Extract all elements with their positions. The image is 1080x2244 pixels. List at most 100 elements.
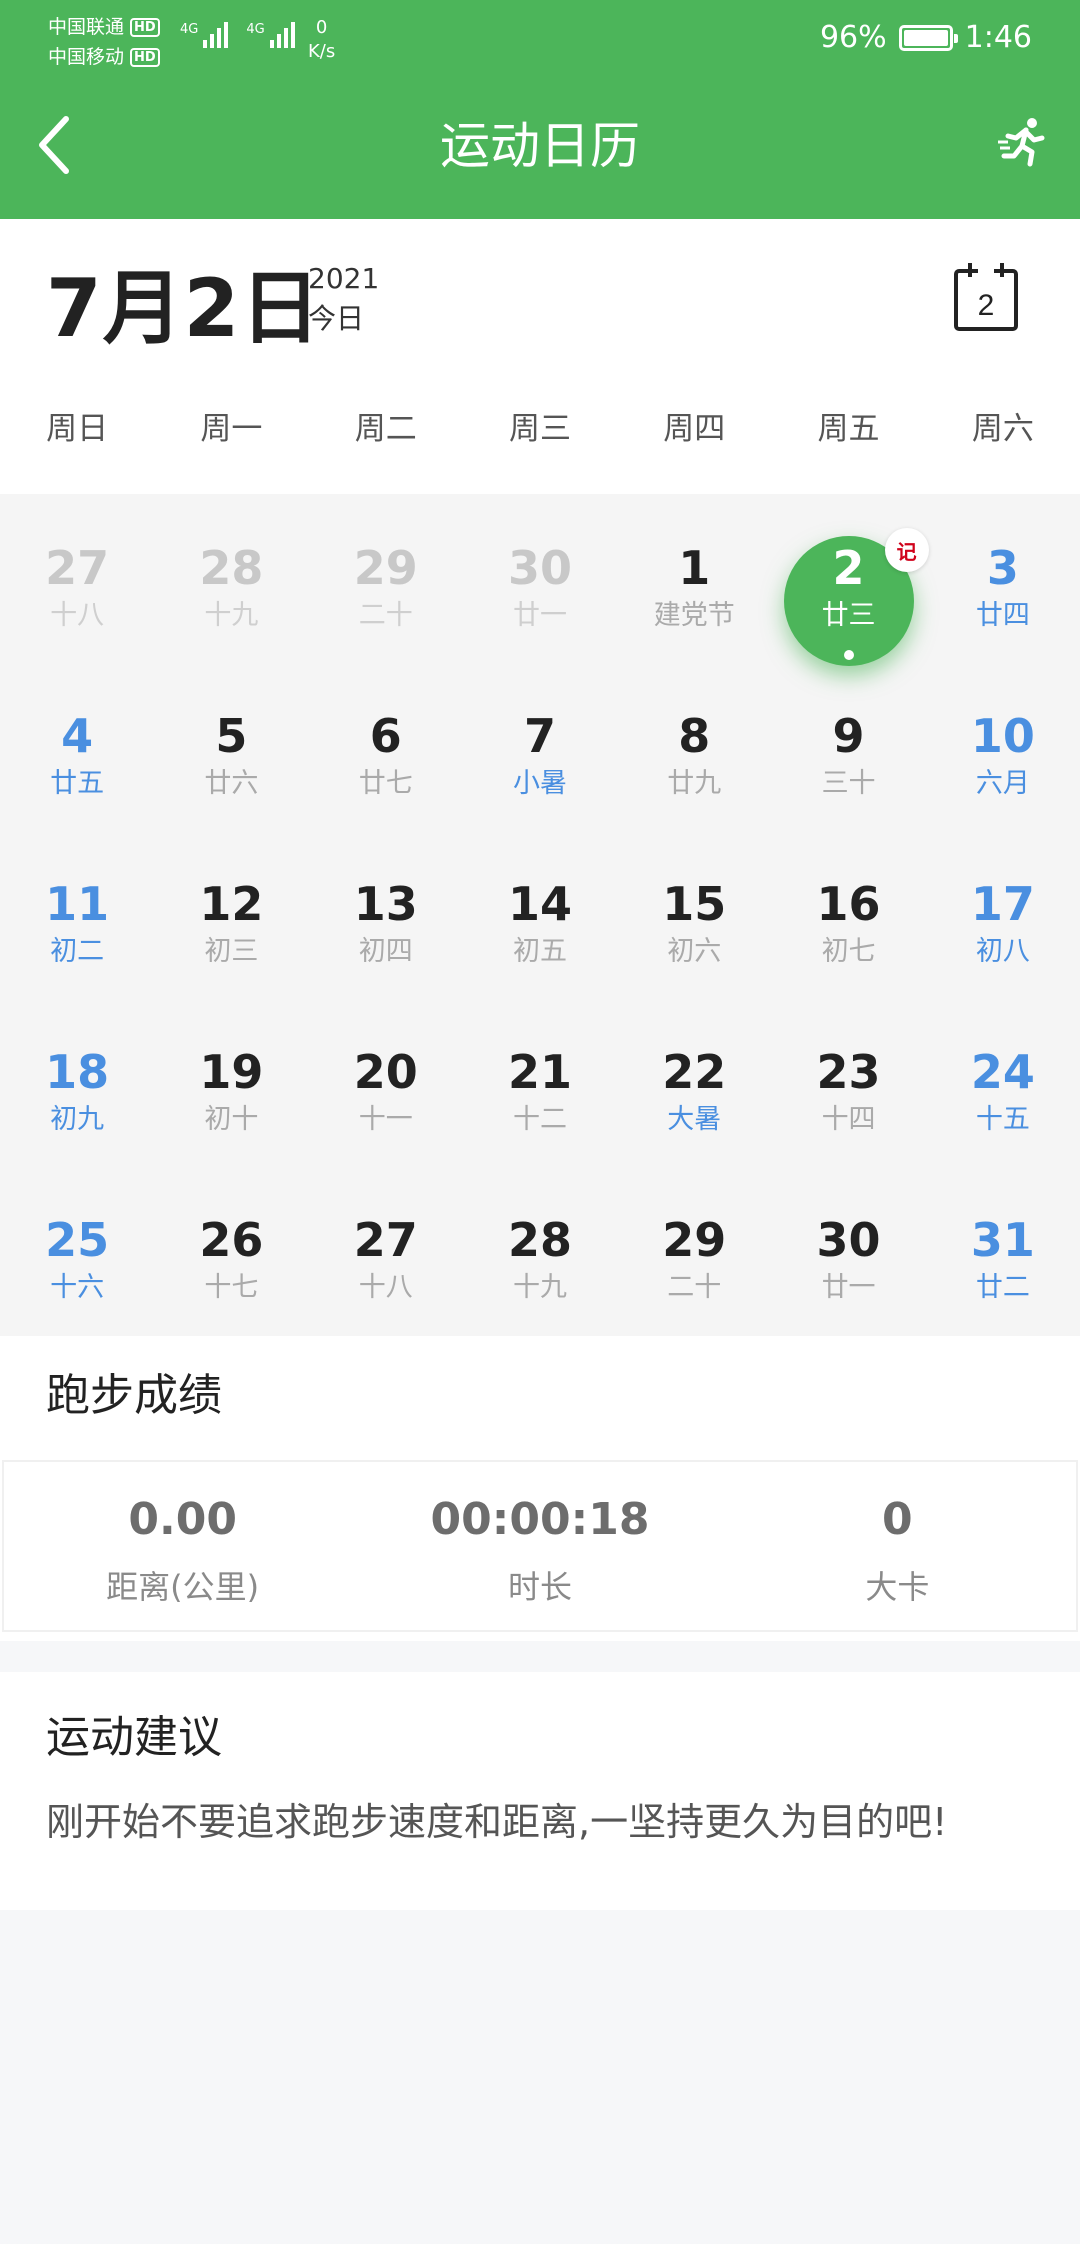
day-number: 8	[678, 709, 711, 763]
lunar-date: 初七	[821, 936, 876, 967]
clock: 1:46	[964, 20, 1032, 55]
running-button[interactable]	[996, 114, 1052, 170]
jump-to-today-button[interactable]: 2	[952, 261, 1020, 333]
calendar-day[interactable]: 29 二十	[617, 1186, 771, 1354]
calories-value: 0	[882, 1494, 913, 1545]
calendar-day[interactable]: 3 廿四	[926, 514, 1080, 682]
day-number: 29	[353, 541, 418, 595]
day-number: 16	[816, 877, 881, 931]
lunar-date: 十九	[512, 1272, 567, 1303]
calendar-day[interactable]: 7 小暑	[463, 682, 617, 850]
exercise-advice: 运动建议 刚开始不要追求跑步速度和距离,一坚持更久为目的吧!	[0, 1672, 1080, 1910]
lunar-date: 十九	[204, 600, 259, 631]
calendar-day[interactable]: 20 十一	[309, 1018, 463, 1186]
calendar-grid: 27 十八 28 十九 29 二十 30 廿一 1 建党节 2 廿三记 3 廿四 4 廿五 5 廿六 6 廿七 7 小暑 8…	[0, 514, 1080, 1354]
battery-percent: 96%	[819, 20, 887, 55]
page-title: 运动日历	[440, 117, 640, 175]
calendar-day[interactable]: 14 初五	[463, 850, 617, 1018]
calendar-day[interactable]: 27 十八	[309, 1186, 463, 1354]
calendar-day[interactable]: 31 廿二	[926, 1186, 1080, 1354]
calories-label: 大卡	[865, 1568, 930, 1606]
weekday-label: 周三	[508, 411, 571, 447]
calendar-day[interactable]: 26 十七	[154, 1186, 308, 1354]
network-speed: 0 K/s	[308, 16, 335, 64]
lunar-date: 廿三	[821, 600, 876, 631]
weekday-label: 周六	[971, 411, 1034, 447]
calendar-day[interactable]: 19 初十	[154, 1018, 308, 1186]
day-number: 31	[970, 1213, 1035, 1267]
lunar-date: 初二	[50, 936, 105, 967]
calendar-day[interactable]: 21 十二	[463, 1018, 617, 1186]
calendar-day[interactable]: 6 廿七	[309, 682, 463, 850]
calendar-day[interactable]: 17 初八	[926, 850, 1080, 1018]
calendar-day[interactable]: 4 廿五	[0, 682, 154, 850]
calendar-today-icon: 2	[954, 263, 1018, 331]
day-number: 30	[816, 1213, 881, 1267]
status-right: 96% 1:46	[820, 20, 1032, 55]
calendar-day[interactable]: 5 廿六	[154, 682, 308, 850]
advice-text: 刚开始不要追求跑步速度和距离,一坚持更久为目的吧!	[46, 1800, 948, 1844]
distance-value: 0.00	[128, 1494, 237, 1545]
calendar-day[interactable]: 15 初六	[617, 850, 771, 1018]
lunar-date: 初六	[667, 936, 722, 967]
day-number: 28	[199, 541, 264, 595]
day-number: 5	[215, 709, 248, 763]
calendar-day[interactable]: 30 廿一	[771, 1186, 925, 1354]
calendar-day[interactable]: 30 廿一	[463, 514, 617, 682]
duration-value: 00:00:18	[430, 1494, 650, 1545]
running-man-icon	[998, 118, 1045, 167]
lunar-date: 十八	[50, 600, 105, 631]
calendar-day[interactable]: 28 十九	[463, 1186, 617, 1354]
day-number: 10	[970, 709, 1035, 763]
lunar-date: 建党节	[653, 600, 735, 631]
day-number: 18	[45, 1045, 110, 1099]
date-header: 7月2日 2021 今日 2 周日 周一 周二 周三 周四 周五 周六	[0, 219, 1080, 494]
lunar-date: 廿一	[512, 600, 567, 631]
results-title: 跑步成绩	[46, 1370, 222, 1421]
day-number: 29	[662, 1213, 727, 1267]
calendar-day[interactable]: 23 十四	[771, 1018, 925, 1186]
day-number: 15	[662, 877, 727, 931]
lunar-date: 初九	[50, 1104, 105, 1135]
calendar-day[interactable]: 16 初七	[771, 850, 925, 1018]
speed-unit: K/s	[308, 41, 336, 62]
calendar-day[interactable]: 11 初二	[0, 850, 154, 1018]
calendar-day[interactable]: 29 二十	[309, 514, 463, 682]
calendar-day[interactable]: 18 初九	[0, 1018, 154, 1186]
calendar-day[interactable]: 13 初四	[309, 850, 463, 1018]
calendar-day[interactable]: 22 大暑	[617, 1018, 771, 1186]
lunar-date: 廿二	[975, 1272, 1030, 1303]
hd-badge: HD	[130, 47, 160, 67]
lunar-date: 六月	[975, 768, 1030, 799]
day-number: 27	[353, 1213, 418, 1267]
calendar-day-today[interactable]: 2 廿三记	[771, 514, 929, 682]
calendar-day[interactable]: 27 十八	[0, 514, 154, 682]
lunar-date: 初十	[204, 1104, 259, 1135]
lunar-date: 廿六	[204, 768, 259, 799]
lunar-date: 初五	[512, 936, 567, 967]
calendar-day[interactable]: 25 十六	[0, 1186, 154, 1354]
calories-stat: 0 大卡	[719, 1462, 1076, 1630]
lunar-date: 廿七	[358, 768, 413, 799]
speed-value: 0	[315, 17, 328, 38]
day-number: 28	[507, 1213, 572, 1267]
signal-strength-icon: 4G	[180, 22, 229, 48]
lunar-date: 二十	[667, 1272, 722, 1303]
day-number: 6	[369, 709, 402, 763]
year-block: 2021 今日	[308, 259, 379, 339]
calendar-day[interactable]: 28 十九	[154, 514, 308, 682]
stats-card: 0.00 距离(公里) 00:00:18 时长 0 大卡	[2, 1460, 1078, 1632]
day-number: 13	[353, 877, 418, 931]
calendar-day[interactable]: 10 六月	[926, 682, 1080, 850]
lunar-date: 初三	[204, 936, 259, 967]
calendar-day[interactable]: 8 廿九	[617, 682, 771, 850]
lunar-date: 三十	[821, 768, 876, 799]
day-number: 1	[678, 541, 711, 595]
lunar-date: 小暑	[512, 768, 567, 799]
calendar-day[interactable]: 1 建党节	[617, 514, 771, 682]
calendar-day[interactable]: 12 初三	[154, 850, 308, 1018]
calendar-day[interactable]: 9 三十	[771, 682, 925, 850]
calendar-day[interactable]: 24 十五	[926, 1018, 1080, 1186]
lunar-date: 廿一	[821, 1272, 876, 1303]
advice-title: 运动建议	[46, 1712, 222, 1763]
